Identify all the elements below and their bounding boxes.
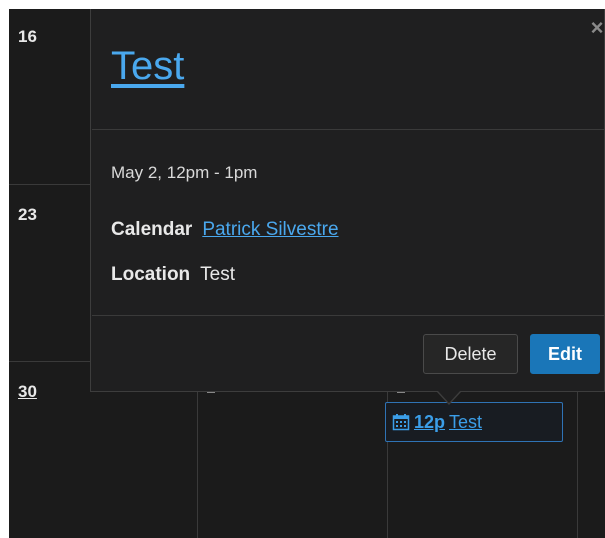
close-icon[interactable]: × xyxy=(590,15,604,41)
calendar-event-test[interactable]: 12p Test xyxy=(385,402,563,442)
calendar-link[interactable]: Patrick Silvestre xyxy=(202,219,338,240)
event-popover: × Test May 2, 12pm - 1pm Calendar Patrick… xyxy=(90,9,605,392)
event-datetime: May 2, 12pm - 1pm xyxy=(111,163,258,182)
location-row: Location Test xyxy=(111,264,235,286)
event-title-link[interactable]: Test xyxy=(111,44,184,89)
calendar-label: Calendar xyxy=(111,219,193,240)
popover-arrow-inner xyxy=(438,391,460,403)
day-number[interactable]: 23 xyxy=(18,205,37,225)
week-divider xyxy=(9,184,90,185)
event-label[interactable]: 12p Test xyxy=(414,412,482,433)
location-label: Location xyxy=(111,264,191,285)
event-time: 12p xyxy=(414,411,446,432)
calendar-icon xyxy=(392,414,410,431)
day-number-today[interactable]: 30 xyxy=(18,382,37,402)
location-value: Test xyxy=(200,264,236,285)
day-number[interactable]: 16 xyxy=(18,27,37,47)
delete-button[interactable]: Delete xyxy=(423,334,518,374)
event-title: Test xyxy=(449,411,483,432)
divider xyxy=(92,315,604,316)
edit-button[interactable]: Edit xyxy=(530,334,600,374)
calendar-row: Calendar Patrick Silvestre xyxy=(111,219,339,241)
divider xyxy=(92,129,604,130)
